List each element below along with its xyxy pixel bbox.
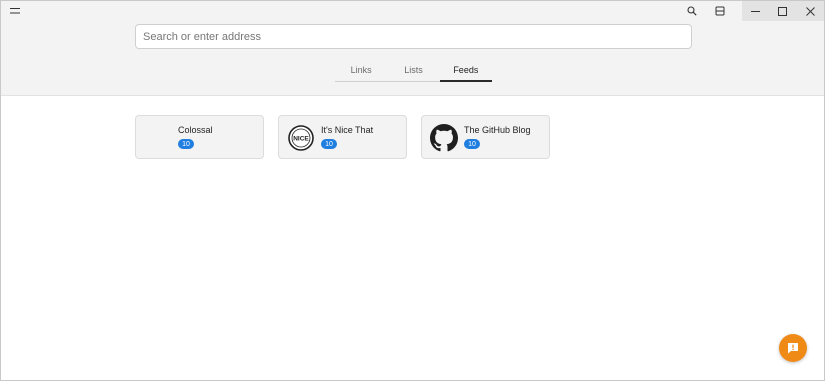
menu-button[interactable] [7,4,23,18]
feed-name: Colossal [178,125,213,135]
feed-name: It's Nice That [321,125,374,135]
tab-links[interactable]: Links [335,58,387,81]
search-button[interactable] [677,1,707,21]
feedback-icon [788,343,798,354]
feed-list: Colossal 10 NICE It's Nice That 10 The G… [135,115,550,159]
feedback-button[interactable] [779,334,807,362]
github-icon [430,124,458,152]
close-button[interactable] [796,1,824,21]
maximize-button[interactable] [769,1,796,21]
hamburger-icon [10,8,20,14]
count-badge: 10 [178,139,194,149]
tab-lists[interactable]: Lists [387,58,439,81]
count-badge: 10 [464,139,480,149]
maximize-icon [778,6,787,16]
blank-icon [144,124,172,152]
window-controls [742,1,824,21]
feed-card-github-blog[interactable]: The GitHub Blog 10 [421,115,550,159]
feed-name: The GitHub Blog [464,125,531,135]
panel-icon [715,6,725,16]
address-input[interactable] [135,24,692,49]
minimize-icon [751,10,760,12]
close-icon [805,6,815,16]
count-badge: 10 [321,139,337,149]
nice-logo-icon: NICE [287,124,315,152]
svg-text:NICE: NICE [293,136,309,143]
minimize-button[interactable] [742,1,769,21]
search-icon [687,6,697,16]
feed-card-colossal[interactable]: Colossal 10 [135,115,264,159]
tab-bar: Links Lists Feeds [335,58,493,82]
reading-view-button[interactable] [705,1,735,21]
feed-card-its-nice-that[interactable]: NICE It's Nice That 10 [278,115,407,159]
title-bar [1,1,824,21]
header: Links Lists Feeds [1,1,824,96]
tab-feeds[interactable]: Feeds [439,58,493,82]
app-window: Links Lists Feeds Colossal 10 NICE It's … [0,0,825,381]
